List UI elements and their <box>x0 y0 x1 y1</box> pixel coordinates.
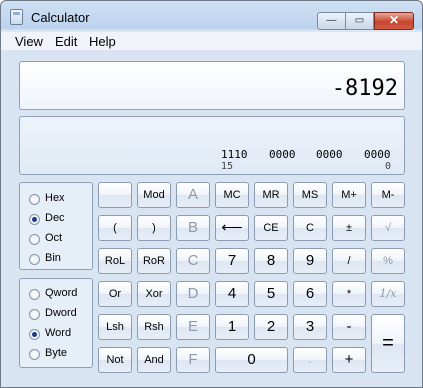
bit-position-label: 15 <box>221 161 234 172</box>
minimize-button[interactable]: — <box>317 12 346 30</box>
memory-recall-key[interactable]: MR <box>254 182 288 208</box>
digit-9-key[interactable]: 9 <box>293 248 327 274</box>
menu-help[interactable]: Help <box>89 34 116 49</box>
radio-icon <box>29 289 40 300</box>
bit-group[interactable]: 0000 <box>269 148 296 161</box>
rotate-left-key[interactable]: RoL <box>98 248 132 274</box>
clear-entry-key[interactable]: CE <box>254 215 288 241</box>
equals-key[interactable]: = <box>371 314 405 373</box>
window-title: Calculator <box>31 10 90 25</box>
xor-key[interactable]: Xor <box>137 281 171 307</box>
menu-view[interactable]: View <box>15 34 43 49</box>
menu-edit[interactable]: Edit <box>55 34 77 49</box>
digit-1-key[interactable]: 1 <box>215 314 249 340</box>
hex-f-key[interactable]: F <box>176 347 210 373</box>
radio-icon <box>29 309 40 320</box>
radio-icon <box>29 349 40 360</box>
blank-key[interactable] <box>98 182 132 208</box>
add-key[interactable]: + <box>332 347 366 373</box>
left-shift-key[interactable]: Lsh <box>98 314 132 340</box>
close-paren-key[interactable]: ) <box>137 215 171 241</box>
digit-6-key[interactable]: 6 <box>293 281 327 307</box>
digit-3-key[interactable]: 3 <box>293 314 327 340</box>
and-key[interactable]: And <box>137 347 171 373</box>
close-icon: ✕ <box>388 13 400 27</box>
calculator-icon <box>10 9 23 25</box>
memory-add-key[interactable]: M+ <box>332 182 366 208</box>
memory-clear-key[interactable]: MC <box>215 182 249 208</box>
decimal-key[interactable]: . <box>293 347 327 373</box>
menu-bar: View Edit Help <box>1 32 422 50</box>
maximize-button[interactable]: ▭ <box>346 12 374 30</box>
word-size-group: Qword Dword Word Byte <box>19 278 93 368</box>
display-value: -8192 <box>331 76 398 101</box>
digit-0-key[interactable]: 0 <box>215 347 288 373</box>
calculator-body: -8192 1110 0000 0000 0000 15 0 Hex Dec O… <box>1 50 422 387</box>
bit-group[interactable]: 1110 <box>221 148 248 161</box>
digit-8-key[interactable]: 8 <box>254 248 288 274</box>
rotate-right-key[interactable]: RoR <box>137 248 171 274</box>
title-bar[interactable]: Calculator — ▭ ✕ <box>1 1 422 31</box>
reciprocal-key[interactable]: 1/x <box>371 281 405 307</box>
right-shift-key[interactable]: Rsh <box>137 314 171 340</box>
mod-key[interactable]: Mod <box>137 182 171 208</box>
digit-4-key[interactable]: 4 <box>215 281 249 307</box>
or-key[interactable]: Or <box>98 281 132 307</box>
bit-display: 1110 0000 0000 0000 15 0 <box>19 116 405 175</box>
bit-group[interactable]: 0000 <box>364 148 391 161</box>
multiply-key[interactable]: * <box>332 281 366 307</box>
hex-a-key[interactable]: A <box>176 182 210 208</box>
hex-e-key[interactable]: E <box>176 314 210 340</box>
digit-7-key[interactable]: 7 <box>215 248 249 274</box>
hex-c-key[interactable]: C <box>176 248 210 274</box>
radio-icon <box>29 254 40 265</box>
bit-group[interactable]: 0000 <box>316 148 343 161</box>
calculator-window: Calculator — ▭ ✕ View Edit Help -8192 11… <box>0 0 423 388</box>
percent-key[interactable]: % <box>371 248 405 274</box>
open-paren-key[interactable]: ( <box>98 215 132 241</box>
minimize-icon: — <box>326 15 337 26</box>
radio-icon <box>29 234 40 245</box>
memory-subtract-key[interactable]: M- <box>371 182 405 208</box>
hex-d-key[interactable]: D <box>176 281 210 307</box>
square-root-key[interactable]: √ <box>371 215 405 241</box>
negate-key[interactable]: ± <box>332 215 366 241</box>
radio-selected-icon <box>29 329 40 340</box>
not-key[interactable]: Not <box>98 347 132 373</box>
radio-selected-icon <box>29 214 40 225</box>
hex-b-key[interactable]: B <box>176 215 210 241</box>
number-base-group: Hex Dec Oct Bin <box>19 182 93 270</box>
digit-5-key[interactable]: 5 <box>254 281 288 307</box>
result-display: -8192 <box>19 61 405 110</box>
close-button[interactable]: ✕ <box>374 12 414 30</box>
backspace-key[interactable]: ⟵ <box>215 215 249 241</box>
subtract-key[interactable]: - <box>332 314 366 340</box>
digit-2-key[interactable]: 2 <box>254 314 288 340</box>
memory-store-key[interactable]: MS <box>293 182 327 208</box>
divide-key[interactable]: / <box>332 248 366 274</box>
maximize-icon: ▭ <box>354 15 365 26</box>
radio-icon <box>29 194 40 205</box>
clear-key[interactable]: C <box>293 215 327 241</box>
bit-position-label: 0 <box>385 161 392 172</box>
